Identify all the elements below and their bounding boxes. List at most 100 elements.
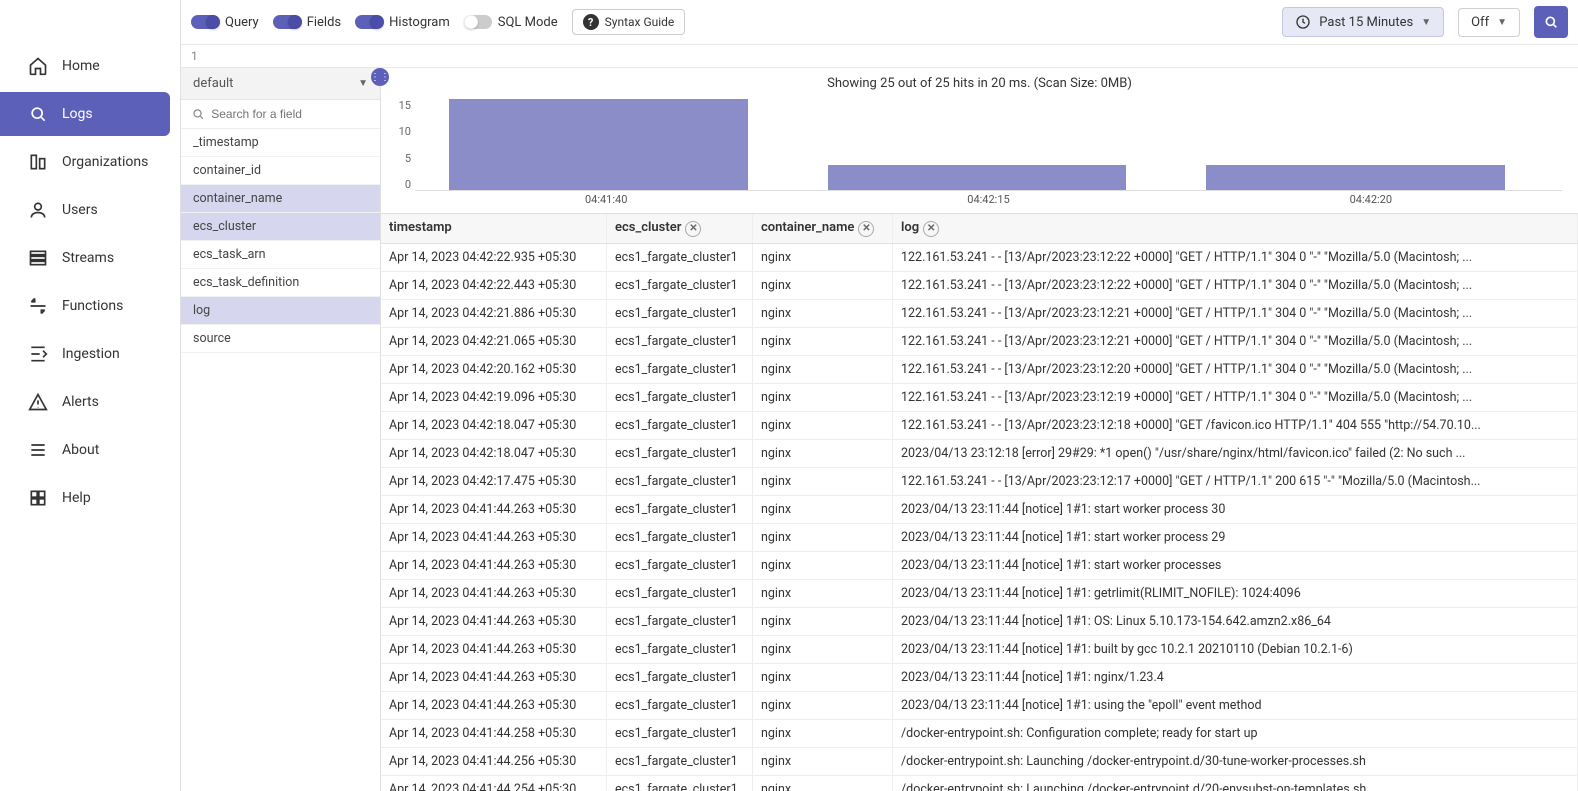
table-row[interactable]: Apr 14, 2023 04:42:19.096 +05:30ecs1_far… — [381, 384, 1578, 412]
log-table-header: timestampecs_cluster✕container_name✕log✕ — [381, 214, 1578, 244]
table-row[interactable]: Apr 14, 2023 04:42:22.935 +05:30ecs1_far… — [381, 244, 1578, 272]
column-header-log[interactable]: log✕ — [893, 214, 1578, 243]
streams-icon — [28, 248, 48, 268]
toggle-switch[interactable] — [191, 15, 219, 29]
main: Query Fields Histogram SQL Mode ?Syntax Guid… — [181, 0, 1578, 791]
cell-log: 2023/04/13 23:11:44 [notice] 1#1: built … — [893, 636, 1578, 663]
nav-label: Ingestion — [62, 346, 120, 362]
resize-handle[interactable]: ⋮⋮ — [371, 68, 389, 86]
field-item-_timestamp[interactable]: _timestamp — [181, 129, 380, 157]
syntax-guide-button[interactable]: ?Syntax Guide — [572, 9, 686, 35]
field-item-log[interactable]: log — [181, 297, 380, 325]
table-row[interactable]: Apr 14, 2023 04:41:44.254 +05:30ecs1_far… — [381, 776, 1578, 791]
nav-item-alerts[interactable]: Alerts — [10, 380, 170, 424]
cell-timestamp: Apr 14, 2023 04:42:21.065 +05:30 — [381, 328, 607, 355]
nav-item-streams[interactable]: Streams — [10, 236, 170, 280]
remove-column-icon[interactable]: ✕ — [858, 221, 874, 237]
column-header-ecs_cluster[interactable]: ecs_cluster ✕ — [607, 214, 753, 243]
table-row[interactable]: Apr 14, 2023 04:41:44.263 +05:30ecs1_far… — [381, 608, 1578, 636]
nav-item-about[interactable]: About — [10, 428, 170, 472]
toggle-query[interactable]: Query — [191, 15, 259, 30]
table-row[interactable]: Apr 14, 2023 04:42:17.475 +05:30ecs1_far… — [381, 468, 1578, 496]
cell-container-name: nginx — [753, 720, 893, 747]
histogram-chart[interactable]: 151050 04:41:4004:42:1504:42:20 — [415, 99, 1562, 209]
remove-column-icon[interactable]: ✕ — [923, 221, 939, 237]
histogram-bar[interactable] — [828, 165, 1126, 190]
cell-timestamp: Apr 14, 2023 04:41:44.263 +05:30 — [381, 524, 607, 551]
nav-item-functions[interactable]: Functions — [10, 284, 170, 328]
toggle-switch[interactable] — [273, 15, 301, 29]
column-header-container_name[interactable]: container_name✕ — [753, 214, 893, 243]
cell-log: 122.161.53.241 - - [13/Apr/2023:23:12:18… — [893, 412, 1578, 439]
table-row[interactable]: Apr 14, 2023 04:41:44.263 +05:30ecs1_far… — [381, 692, 1578, 720]
toggle-switch[interactable] — [355, 15, 383, 29]
cell-log: 122.161.53.241 - - [13/Apr/2023:23:12:22… — [893, 272, 1578, 299]
status-line: Showing 25 out of 25 hits in 20 ms. (Sca… — [381, 68, 1578, 99]
table-row[interactable]: Apr 14, 2023 04:41:44.256 +05:30ecs1_far… — [381, 748, 1578, 776]
cell-log: 2023/04/13 23:11:44 [notice] 1#1: nginx/… — [893, 664, 1578, 691]
table-row[interactable]: Apr 14, 2023 04:42:22.443 +05:30ecs1_far… — [381, 272, 1578, 300]
cell-log: 122.161.53.241 - - [13/Apr/2023:23:12:19… — [893, 384, 1578, 411]
query-editor[interactable]: 1 — [181, 45, 1578, 68]
table-row[interactable]: Apr 14, 2023 04:41:44.263 +05:30ecs1_far… — [381, 636, 1578, 664]
table-row[interactable]: Apr 14, 2023 04:42:21.886 +05:30ecs1_far… — [381, 300, 1578, 328]
toggle-switch[interactable] — [464, 15, 492, 29]
nav-item-logs[interactable]: Logs — [0, 92, 170, 136]
nav-item-users[interactable]: Users — [10, 188, 170, 232]
field-item-ecs_task_arn[interactable]: ecs_task_arn — [181, 241, 380, 269]
nav-item-help[interactable]: Help — [10, 476, 170, 520]
field-item-ecs_task_definition[interactable]: ecs_task_definition — [181, 269, 380, 297]
run-search-button[interactable] — [1534, 6, 1568, 38]
field-item-source[interactable]: source — [181, 325, 380, 353]
table-row[interactable]: Apr 14, 2023 04:41:44.263 +05:30ecs1_far… — [381, 524, 1578, 552]
cell-timestamp: Apr 14, 2023 04:41:44.263 +05:30 — [381, 664, 607, 691]
cell-ecs-cluster: ecs1_fargate_cluster1 — [607, 356, 753, 383]
cell-timestamp: Apr 14, 2023 04:41:44.256 +05:30 — [381, 748, 607, 775]
chevron-down-icon: ▼ — [1421, 17, 1431, 28]
table-row[interactable]: Apr 14, 2023 04:41:44.258 +05:30ecs1_far… — [381, 720, 1578, 748]
nav-label: Functions — [62, 298, 123, 314]
field-item-ecs_cluster[interactable]: ecs_cluster — [181, 213, 380, 241]
table-row[interactable]: Apr 14, 2023 04:42:18.047 +05:30ecs1_far… — [381, 440, 1578, 468]
toggle-histogram[interactable]: Histogram — [355, 15, 450, 30]
table-row[interactable]: Apr 14, 2023 04:42:21.065 +05:30ecs1_far… — [381, 328, 1578, 356]
refresh-button[interactable]: Off ▼ — [1458, 8, 1520, 37]
refresh-label: Off — [1471, 15, 1489, 30]
field-item-container_name[interactable]: container_name — [181, 185, 380, 213]
table-row[interactable]: Apr 14, 2023 04:42:20.162 +05:30ecs1_far… — [381, 356, 1578, 384]
cell-ecs-cluster: ecs1_fargate_cluster1 — [607, 692, 753, 719]
table-row[interactable]: Apr 14, 2023 04:41:44.263 +05:30ecs1_far… — [381, 496, 1578, 524]
sidebar: Home LogsOrganizationsUsersStreams Functio… — [0, 0, 181, 791]
toggle-sqlmode[interactable]: SQL Mode — [464, 15, 558, 30]
table-row[interactable]: Apr 14, 2023 04:41:44.263 +05:30ecs1_far… — [381, 580, 1578, 608]
table-row[interactable]: Apr 14, 2023 04:42:18.047 +05:30ecs1_far… — [381, 412, 1578, 440]
content: ⋮⋮ default ▼ _timestampcontainer_idconta… — [181, 68, 1578, 791]
histogram-bar[interactable] — [449, 99, 747, 190]
x-tick: 04:42:15 — [797, 193, 1179, 209]
users-icon — [28, 200, 48, 220]
column-label: ecs_cluster — [615, 220, 681, 235]
nav-label: Home — [62, 58, 100, 74]
cell-container-name: nginx — [753, 636, 893, 663]
column-header-timestamp[interactable]: timestamp — [381, 214, 607, 243]
y-tick: 5 — [387, 152, 411, 165]
nav-item-organizations[interactable]: Organizations — [10, 140, 170, 184]
time-range-button[interactable]: Past 15 Minutes ▼ — [1282, 7, 1444, 37]
nav-item-ingestion[interactable]: Ingestion — [10, 332, 170, 376]
histogram-bar[interactable] — [1206, 165, 1504, 190]
field-search-input[interactable] — [211, 107, 370, 121]
table-row[interactable]: Apr 14, 2023 04:41:44.263 +05:30ecs1_far… — [381, 552, 1578, 580]
cell-container-name: nginx — [753, 384, 893, 411]
remove-column-icon[interactable]: ✕ — [685, 221, 701, 237]
alerts-icon — [28, 392, 48, 412]
stream-select[interactable]: default ▼ — [181, 68, 380, 100]
nav-item-home[interactable]: Home — [10, 44, 170, 88]
y-tick: 10 — [387, 125, 411, 138]
home-icon — [28, 56, 48, 76]
toggle-fields[interactable]: Fields — [273, 15, 341, 30]
search-icon — [1543, 14, 1559, 30]
field-item-container_id[interactable]: container_id — [181, 157, 380, 185]
cell-ecs-cluster: ecs1_fargate_cluster1 — [607, 664, 753, 691]
table-row[interactable]: Apr 14, 2023 04:41:44.263 +05:30ecs1_far… — [381, 664, 1578, 692]
cell-ecs-cluster: ecs1_fargate_cluster1 — [607, 440, 753, 467]
